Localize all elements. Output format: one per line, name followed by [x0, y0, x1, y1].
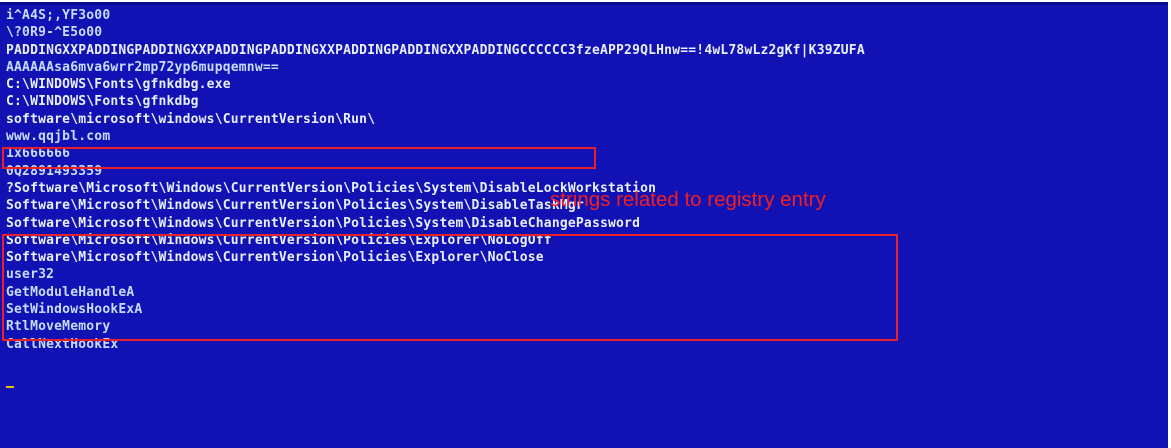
string-line-13: Software\Microsoft\Windows\CurrentVersio… — [6, 215, 641, 231]
strings-console: i^A4S;,YF3o00 \?0R9-^E5o00 PADDINGXXPADD… — [0, 2, 1168, 448]
string-line-4: AAAAAAsa6mva6wrr2mp72yp6mupqemnw== — [6, 59, 279, 75]
string-line-8: www.qqjbl.com — [6, 129, 111, 145]
string-line-5: C:\WINDOWS\Fonts\gfnkdbg.exe — [6, 77, 231, 93]
console-top-band — [0, 2, 1168, 5]
string-line-1: i^A4S;,YF3o00 — [6, 8, 111, 23]
screenshot-frame: i^A4S;,YF3o00 \?0R9-^E5o00 PADDINGXXPADD… — [0, 0, 1171, 448]
string-line-2: \?0R9-^E5o00 — [6, 25, 103, 41]
registry-annotation: strings related to registry entry — [550, 188, 826, 211]
string-line-7: software\microsoft\windows\CurrentVersio… — [6, 111, 376, 127]
text-cursor — [6, 386, 14, 388]
string-line-3: PADDINGXXPADDINGPADDINGXXPADDINGPADDINGX… — [6, 42, 865, 58]
highlight-box-policies-keys — [2, 234, 898, 341]
string-line-6: C:\WINDOWS\Fonts\gfnkdbg — [6, 94, 199, 110]
highlight-box-run-key — [2, 147, 596, 169]
